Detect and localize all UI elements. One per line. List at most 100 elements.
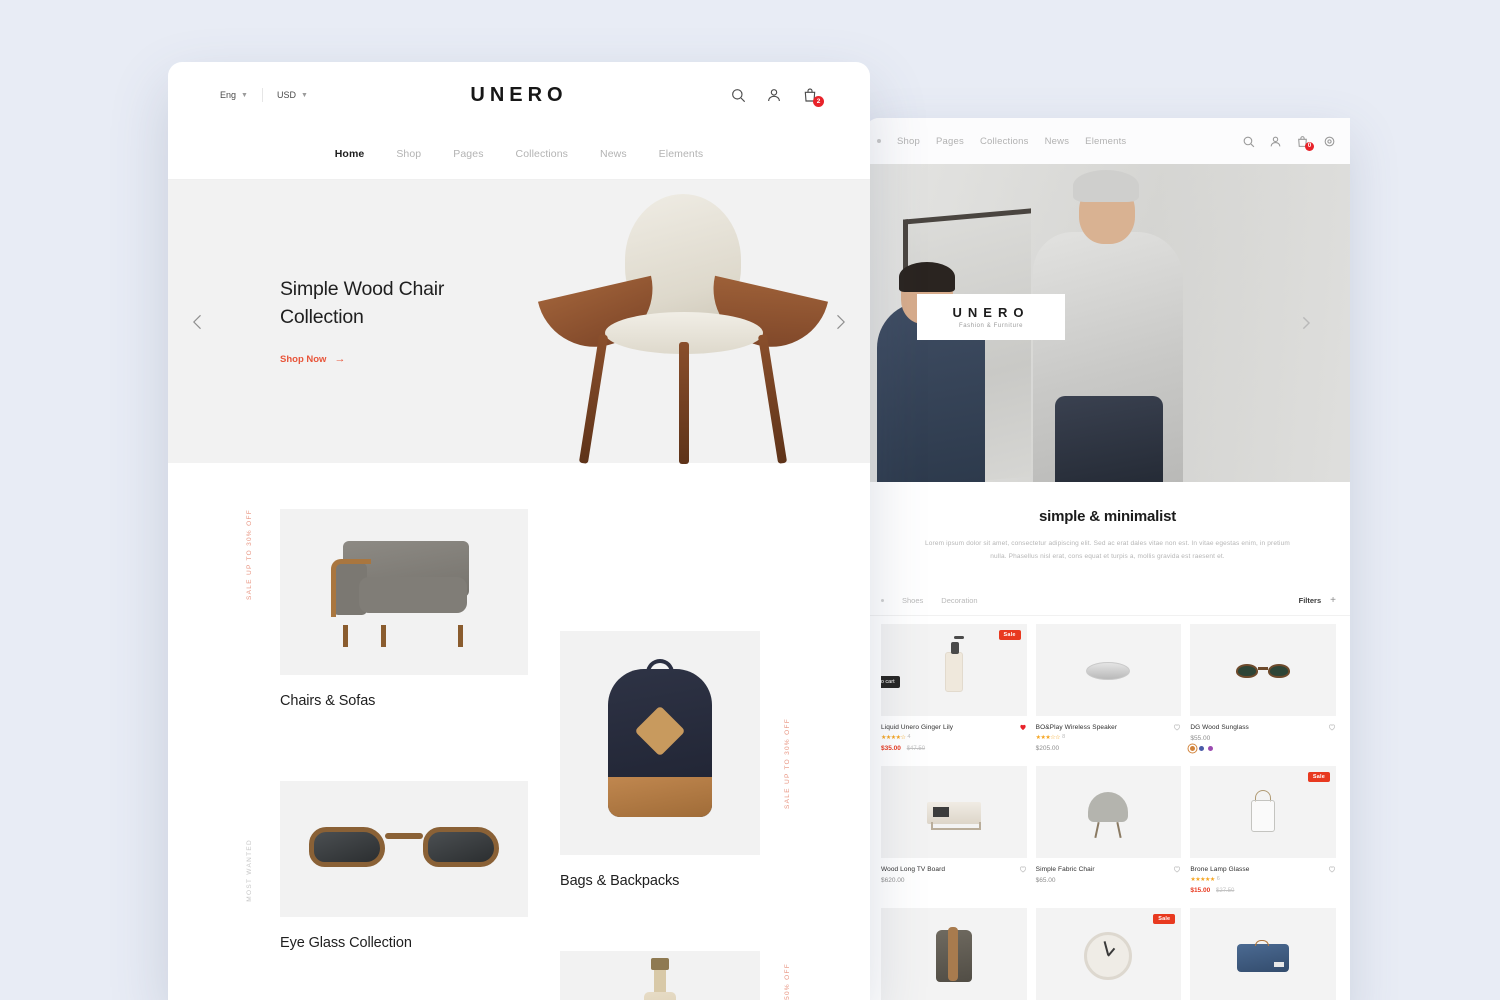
category-image: [280, 781, 528, 917]
product-card[interactable]: BO&Play Wireless Speaker ★★★☆☆ 8 $205.00: [1035, 623, 1182, 766]
color-swatch[interactable]: [1199, 745, 1205, 751]
product-price: $55.00: [1190, 734, 1211, 742]
sale-badge: Sale: [1153, 913, 1176, 924]
chevron-down-icon: ▼: [300, 91, 308, 99]
category-card-bags-backpacks[interactable]: Bags & Backpacks: [560, 631, 760, 889]
product-thumbnail[interactable]: [1035, 765, 1182, 858]
filters-toggle[interactable]: Filters +: [1299, 595, 1336, 606]
wishlist-heart-icon[interactable]: [1019, 723, 1027, 731]
hero-model-right: [1033, 170, 1183, 482]
product-card[interactable]: [881, 907, 1027, 1000]
rating-stars: ★★★☆☆: [1035, 734, 1061, 741]
site-logo[interactable]: UNERO: [470, 84, 567, 107]
currency-selector[interactable]: USD ▼: [277, 90, 308, 100]
shop-now-button[interactable]: Shop Now →: [280, 353, 345, 365]
filter-category-shoes[interactable]: Shoes: [902, 596, 923, 605]
filter-overflow-dot: [881, 598, 884, 602]
category-title: Bags & Backpacks: [560, 873, 680, 889]
category-art-glasses: [309, 819, 499, 879]
product-card[interactable]: DG Wood Sunglass $55.00: [1190, 623, 1336, 766]
panel-a-main-nav: Home Shop Pages Collections News Element…: [168, 128, 870, 180]
product-name[interactable]: Wood Long TV Board: [881, 866, 1027, 873]
product-name[interactable]: Brone Lamp Glasse: [1190, 866, 1336, 873]
product-thumbnail[interactable]: [881, 907, 1027, 1000]
hero-logo-tagline: Fashion & Furniture: [958, 323, 1024, 329]
search-icon[interactable]: [730, 87, 746, 103]
product-info: DG Wood Sunglass $55.00: [1190, 716, 1336, 751]
cart-icon[interactable]: 2: [802, 87, 824, 107]
model-left-hair: [899, 262, 955, 292]
product-thumbnail[interactable]: Sale: [1190, 765, 1336, 858]
product-name[interactable]: Simple Fabric Chair: [1036, 866, 1182, 873]
product-price: $205.00: [1035, 744, 1060, 752]
wishlist-heart-icon[interactable]: [1019, 865, 1027, 873]
product-name[interactable]: BO&Play Wireless Speaker: [1036, 724, 1182, 731]
chevron-down-icon: ▼: [241, 91, 248, 99]
product-thumbnail[interactable]: Sale Add to cart: [881, 623, 1027, 716]
nav-item-news[interactable]: News: [1045, 136, 1070, 147]
color-swatch[interactable]: [1190, 745, 1196, 751]
product-name[interactable]: Liquid Unero Ginger Lily: [881, 724, 1027, 731]
product-rating: ★★★☆☆ 8: [1036, 734, 1182, 741]
product-thumbnail[interactable]: [1190, 623, 1336, 716]
product-name[interactable]: DG Wood Sunglass: [1190, 724, 1336, 731]
product-thumbnail[interactable]: [881, 765, 1027, 858]
wishlist-heart-icon[interactable]: [1328, 865, 1336, 873]
product-card[interactable]: Wood Long TV Board $620.00: [881, 765, 1027, 908]
hero-next-arrow[interactable]: [1297, 315, 1314, 332]
intro-body: Lorem ipsum dolor sit amet, consectetur …: [925, 540, 1290, 561]
browser-panel-secondary: Shop Pages Collections News Elements 0 U…: [865, 118, 1350, 1000]
hero-logo-card: UNERO Fashion & Furniture: [917, 294, 1065, 340]
category-card-chairs-sofas[interactable]: Chairs & Sofas: [280, 509, 528, 709]
product-price-block: $35.00 $47.50: [881, 745, 1027, 752]
nav-item-news[interactable]: News: [600, 148, 627, 160]
product-price: $15.00: [1190, 886, 1211, 894]
product-card[interactable]: Sale Brone Lamp Glasse ★★★★★ 6 $15.00 $2…: [1190, 765, 1336, 908]
chair-leg-center: [679, 342, 690, 464]
product-old-price: $47.50: [906, 745, 926, 752]
nav-item-shop[interactable]: Shop: [897, 136, 920, 147]
product-card[interactable]: Sale: [1035, 907, 1182, 1000]
hero-next-arrow[interactable]: [830, 312, 850, 332]
arrow-right-icon: →: [334, 353, 346, 366]
nav-item-pages[interactable]: Pages: [936, 136, 964, 147]
product-rating: ★★★★★ 6: [1190, 876, 1336, 883]
product-card[interactable]: [1190, 907, 1336, 1000]
intro-title: simple & minimalist: [1038, 508, 1177, 525]
category-showcase: SALE UP TO 30% OFF MOST WANTED SALE UP T…: [168, 463, 870, 1000]
product-filter-bar: Shoes Decoration Filters +: [865, 586, 1350, 616]
gear-icon[interactable]: [1323, 135, 1336, 148]
product-art-bottle: [922, 635, 986, 702]
nav-item-home[interactable]: Home: [335, 148, 365, 160]
hero-prev-arrow[interactable]: [188, 312, 208, 332]
account-icon[interactable]: [1269, 135, 1282, 148]
product-info: Simple Fabric Chair $65.00: [1036, 858, 1182, 884]
account-icon[interactable]: [766, 87, 782, 103]
language-label: Eng: [220, 90, 237, 100]
nav-item-shop[interactable]: Shop: [396, 148, 421, 160]
add-to-cart-tooltip: Add to cart: [881, 675, 900, 688]
nav-item-collections[interactable]: Collections: [516, 148, 568, 160]
nav-item-elements[interactable]: Elements: [659, 148, 704, 160]
search-icon[interactable]: [1242, 135, 1255, 148]
product-thumbnail[interactable]: Sale: [1035, 907, 1182, 1000]
product-card[interactable]: Simple Fabric Chair $65.00: [1035, 765, 1182, 908]
panel-b-nav: Shop Pages Collections News Elements: [877, 136, 1126, 147]
product-thumbnail[interactable]: [1035, 623, 1182, 716]
cart-icon[interactable]: 0: [1296, 135, 1314, 151]
product-card[interactable]: Sale Add to cart Liquid Unero Ginger Lil…: [881, 623, 1027, 766]
nav-item-elements[interactable]: Elements: [1085, 136, 1126, 147]
filter-category-decoration[interactable]: Decoration: [941, 596, 977, 605]
wishlist-heart-icon[interactable]: [1173, 865, 1181, 873]
product-price: $65.00: [1035, 876, 1056, 884]
wishlist-heart-icon[interactable]: [1173, 723, 1181, 731]
nav-item-pages[interactable]: Pages: [453, 148, 483, 160]
color-swatch[interactable]: [1208, 745, 1214, 751]
wishlist-heart-icon[interactable]: [1328, 723, 1336, 731]
category-image: [560, 631, 760, 855]
category-image-partial[interactable]: [560, 951, 760, 1000]
category-card-eye-glass[interactable]: Eye Glass Collection: [280, 781, 528, 951]
nav-item-collections[interactable]: Collections: [980, 136, 1029, 147]
language-selector[interactable]: Eng ▼: [220, 90, 248, 100]
product-thumbnail[interactable]: [1190, 907, 1336, 1000]
